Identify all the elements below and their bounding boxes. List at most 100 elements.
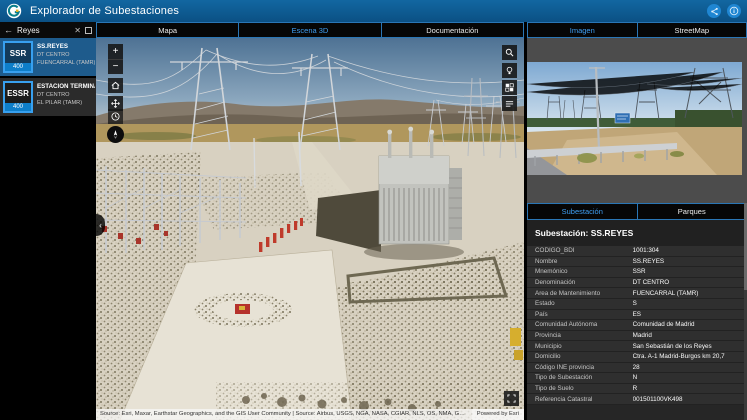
attribute-value: FUENCARRAL (TAMR) (633, 290, 747, 297)
media-tab-label: StreetMap (674, 26, 709, 35)
app-title: Explorador de Subestaciones (30, 5, 179, 17)
attribution-sources: Source: Esri, Maxar, Earthstar Geographi… (96, 409, 472, 420)
app-logo-icon (6, 3, 22, 19)
table-row: Tipo de Suelo R (527, 384, 747, 395)
attribute-label: Tipo de Subestación (527, 374, 633, 381)
attribute-label: Código INE provincia (527, 364, 633, 371)
badge-mnemonic: ESSR (5, 83, 31, 103)
view-tab[interactable]: Documentación (382, 23, 523, 37)
attribute-table: CODIGO_BDI 1001:304 Nombre SS.REYES Mnem… (527, 246, 747, 405)
image-panel (527, 38, 747, 203)
result-subline: DT CENTRO (37, 92, 95, 98)
table-row: Referencia Catastral 001501100VK498 (527, 394, 747, 405)
attribute-value: DT CENTRO (633, 279, 747, 286)
powered-by-esri-link[interactable]: Powered by Esri (472, 409, 524, 420)
table-row: Nombre SS.REYES (527, 257, 747, 268)
badge-voltage: 400 (5, 63, 31, 71)
badge-voltage: 400 (5, 103, 31, 111)
result-item[interactable]: ESSR 400 ESTACION TERMINAL SAN DT CENTRO… (0, 78, 96, 116)
view-tab-label: Escena 3D (292, 26, 329, 35)
header-actions (707, 4, 741, 18)
attribute-label: Provincia (527, 332, 633, 339)
badge-mnemonic: SSR (5, 43, 31, 63)
attribution-bar: Source: Esri, Maxar, Earthstar Geographi… (96, 409, 524, 420)
app-header: Explorador de Subestaciones (0, 0, 747, 22)
share-icon[interactable] (707, 4, 721, 18)
search-bar: ← Reyes ✕ (0, 22, 96, 38)
substation-badge: SSR 400 (3, 41, 33, 73)
attribute-value: SS.REYES (633, 258, 747, 265)
attribute-label: Comunidad Autónoma (527, 321, 633, 328)
attribute-value: San Sebastián de los Reyes (633, 343, 747, 350)
attribute-label: Domicilio (527, 353, 633, 360)
attribute-value: R (633, 385, 747, 392)
attribute-label: CODIGO_BDI (527, 247, 633, 254)
attribute-label: Referencia Catastral (527, 396, 633, 403)
attribute-label: País (527, 311, 633, 318)
table-row: Comunidad Autónoma Comunidad de Madrid (527, 320, 747, 331)
layers-tool-icon[interactable] (502, 96, 517, 111)
clock-button[interactable] (108, 109, 123, 124)
table-row: Domicilio Ctra. A-1 Madrid-Burgos km 20,… (527, 352, 747, 363)
attribute-label: Denominación (527, 279, 633, 286)
results-list: SSR 400 SS.REYES DT CENTRO FUENCARRAL (T… (0, 38, 96, 420)
table-row: Código INE provincia 28 (527, 363, 747, 374)
attribute-value: Ctra. A-1 Madrid-Burgos km 20,7 (633, 353, 747, 360)
zoom-out-button[interactable]: − (108, 59, 123, 74)
info-icon[interactable] (727, 4, 741, 18)
result-texts: SS.REYES DT CENTRO FUENCARRAL (TAMR) (35, 38, 96, 76)
view-tab[interactable]: Mapa (97, 23, 238, 37)
detail-title: Subestación: SS.REYES (527, 220, 747, 246)
expand-icon[interactable] (85, 27, 92, 34)
view-tab-label: Mapa (158, 26, 177, 35)
detail-tabs: Subestación Parques (527, 203, 747, 220)
attribute-label: Estado (527, 300, 633, 307)
attribute-value: Madrid (633, 332, 747, 339)
app-window: Explorador de Subestaciones ← R (0, 0, 747, 420)
view-tabs: Mapa Escena 3D Documentación (96, 22, 524, 38)
attribute-label: Mnemónico (527, 268, 633, 275)
media-tab[interactable]: Imagen (528, 23, 637, 37)
media-tabs: Imagen StreetMap (527, 22, 747, 38)
attribute-label: Nombre (527, 258, 633, 265)
attribute-label: Municipio (527, 343, 633, 350)
media-tab[interactable]: StreetMap (638, 23, 747, 37)
result-title: ESTACION TERMINAL SAN (37, 83, 95, 90)
attribute-value: 1001:304 (633, 247, 747, 254)
view-tab[interactable]: Escena 3D (239, 23, 380, 37)
daylight-tool-icon[interactable] (502, 63, 517, 78)
media-tab-label: Imagen (570, 26, 595, 35)
fullscreen-button[interactable] (504, 391, 519, 406)
right-panel: Subestación Parques Subestación: SS.REYE… (527, 38, 747, 420)
table-row: Municipio San Sebastián de los Reyes (527, 341, 747, 352)
table-row: CODIGO_BDI 1001:304 (527, 246, 747, 257)
substation-badge: ESSR 400 (3, 81, 33, 113)
detail-tab-label: Parques (678, 207, 706, 216)
table-row: Provincia Madrid (527, 331, 747, 342)
attribute-label: Area de Mantenimiento (527, 290, 633, 297)
home-button[interactable] (108, 78, 123, 93)
basemap-tool-icon[interactable] (502, 80, 517, 95)
compass[interactable] (107, 126, 124, 143)
zoom-controls: + − (108, 44, 123, 74)
back-arrow-icon[interactable]: ← (4, 26, 13, 35)
result-texts: ESTACION TERMINAL SAN DT CENTRO EL PILAR… (35, 78, 96, 116)
detail-tab[interactable]: Subestación (528, 204, 637, 219)
street-photo[interactable] (527, 62, 742, 175)
result-subline: FUENCARRAL (TAMR) (37, 60, 95, 66)
result-subline: DT CENTRO (37, 52, 95, 58)
search-input[interactable]: Reyes (17, 26, 70, 35)
zoom-in-button[interactable]: + (108, 44, 123, 59)
attribute-value: N (633, 374, 747, 381)
detail-tab[interactable]: Parques (638, 204, 747, 219)
scene-3d-view[interactable]: + − (96, 38, 524, 420)
table-row: Denominación DT CENTRO (527, 278, 747, 289)
table-row: Mnemónico SSR (527, 267, 747, 278)
result-item[interactable]: SSR 400 SS.REYES DT CENTRO FUENCARRAL (T… (0, 38, 96, 76)
result-subline: EL PILAR (TAMR) (37, 100, 95, 106)
attribute-value: SSR (633, 268, 747, 275)
clear-search-icon[interactable]: ✕ (74, 26, 81, 35)
search-tool-icon[interactable] (502, 45, 517, 60)
table-row: País ES (527, 310, 747, 321)
point-cloud-render (96, 38, 524, 420)
